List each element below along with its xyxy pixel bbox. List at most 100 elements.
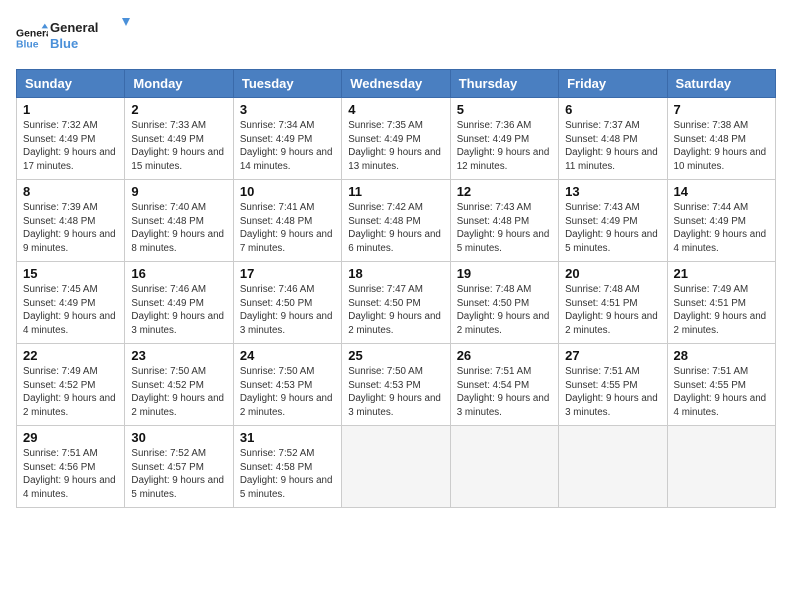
day-info: Sunrise: 7:38 AM Sunset: 4:48 PM Dayligh… [674, 119, 769, 174]
day-number: 5 [457, 102, 552, 117]
day-number: 23 [131, 348, 226, 363]
calendar-cell: 11 Sunrise: 7:42 AM Sunset: 4:48 PM Dayli… [342, 180, 450, 262]
day-number: 10 [240, 184, 335, 199]
day-info: Sunrise: 7:41 AM Sunset: 4:48 PM Dayligh… [240, 201, 335, 256]
calendar-cell: 19 Sunrise: 7:48 AM Sunset: 4:50 PM Dayli… [450, 262, 558, 344]
calendar-cell: 29Sunrise: 7:51 AM Sunset: 4:56 PM Dayli… [17, 426, 125, 508]
day-number: 29 [23, 430, 118, 445]
weekday-header-wednesday: Wednesday [342, 70, 450, 98]
header: General Blue General Blue [16, 16, 776, 59]
weekday-header-thursday: Thursday [450, 70, 558, 98]
calendar-cell: 15Sunrise: 7:45 AM Sunset: 4:49 PM Dayli… [17, 262, 125, 344]
day-number: 11 [348, 184, 443, 199]
calendar-cell: 21 Sunrise: 7:49 AM Sunset: 4:51 PM Dayli… [667, 262, 775, 344]
day-info: Sunrise: 7:50 AM Sunset: 4:52 PM Dayligh… [131, 365, 226, 420]
calendar-cell: 4Sunrise: 7:35 AM Sunset: 4:49 PM Daylig… [342, 98, 450, 180]
calendar-cell: 30 Sunrise: 7:52 AM Sunset: 4:57 PM Dayli… [125, 426, 233, 508]
weekday-header-monday: Monday [125, 70, 233, 98]
calendar-cell: 12Sunrise: 7:43 AM Sunset: 4:48 PM Dayli… [450, 180, 558, 262]
calendar-cell: 31 Sunrise: 7:52 AM Sunset: 4:58 PM Dayli… [233, 426, 341, 508]
calendar-cell [667, 426, 775, 508]
day-info: Sunrise: 7:40 AM Sunset: 4:48 PM Dayligh… [131, 201, 226, 256]
calendar-cell: 3 Sunrise: 7:34 AM Sunset: 4:49 PM Daylig… [233, 98, 341, 180]
calendar-cell: 2 Sunrise: 7:33 AM Sunset: 4:49 PM Daylig… [125, 98, 233, 180]
day-number: 27 [565, 348, 660, 363]
day-number: 7 [674, 102, 769, 117]
svg-text:General: General [50, 20, 98, 35]
logo-icon: General Blue [16, 22, 48, 54]
calendar-cell: 1Sunrise: 7:32 AM Sunset: 4:49 PM Daylig… [17, 98, 125, 180]
calendar-week-2: 8 Sunrise: 7:39 AM Sunset: 4:48 PM Daylig… [17, 180, 776, 262]
day-info: Sunrise: 7:45 AM Sunset: 4:49 PM Dayligh… [23, 283, 118, 338]
day-number: 18 [348, 266, 443, 281]
day-number: 6 [565, 102, 660, 117]
day-info: Sunrise: 7:51 AM Sunset: 4:54 PM Dayligh… [457, 365, 552, 420]
day-number: 19 [457, 266, 552, 281]
day-number: 9 [131, 184, 226, 199]
calendar-cell: 23 Sunrise: 7:50 AM Sunset: 4:52 PM Dayli… [125, 344, 233, 426]
logo: General Blue General Blue [16, 16, 130, 59]
day-info: Sunrise: 7:52 AM Sunset: 4:58 PM Dayligh… [240, 447, 335, 502]
day-number: 14 [674, 184, 769, 199]
calendar-cell: 28 Sunrise: 7:51 AM Sunset: 4:55 PM Dayli… [667, 344, 775, 426]
day-info: Sunrise: 7:51 AM Sunset: 4:55 PM Dayligh… [565, 365, 660, 420]
svg-text:Blue: Blue [16, 39, 39, 50]
day-info: Sunrise: 7:49 AM Sunset: 4:51 PM Dayligh… [674, 283, 769, 338]
day-info: Sunrise: 7:44 AM Sunset: 4:49 PM Dayligh… [674, 201, 769, 256]
calendar-cell: 9 Sunrise: 7:40 AM Sunset: 4:48 PM Daylig… [125, 180, 233, 262]
day-info: Sunrise: 7:48 AM Sunset: 4:51 PM Dayligh… [565, 283, 660, 338]
calendar-cell: 17 Sunrise: 7:46 AM Sunset: 4:50 PM Dayli… [233, 262, 341, 344]
day-info: Sunrise: 7:39 AM Sunset: 4:48 PM Dayligh… [23, 201, 118, 256]
calendar-week-3: 15Sunrise: 7:45 AM Sunset: 4:49 PM Dayli… [17, 262, 776, 344]
calendar-cell: 24Sunrise: 7:50 AM Sunset: 4:53 PM Dayli… [233, 344, 341, 426]
day-number: 3 [240, 102, 335, 117]
day-info: Sunrise: 7:52 AM Sunset: 4:57 PM Dayligh… [131, 447, 226, 502]
weekday-header-tuesday: Tuesday [233, 70, 341, 98]
calendar-cell: 13 Sunrise: 7:43 AM Sunset: 4:49 PM Dayli… [559, 180, 667, 262]
day-number: 21 [674, 266, 769, 281]
svg-text:General: General [16, 28, 48, 39]
day-number: 16 [131, 266, 226, 281]
day-number: 28 [674, 348, 769, 363]
day-info: Sunrise: 7:46 AM Sunset: 4:49 PM Dayligh… [131, 283, 226, 338]
day-number: 20 [565, 266, 660, 281]
calendar-cell: 6 Sunrise: 7:37 AM Sunset: 4:48 PM Daylig… [559, 98, 667, 180]
day-number: 30 [131, 430, 226, 445]
day-info: Sunrise: 7:51 AM Sunset: 4:55 PM Dayligh… [674, 365, 769, 420]
calendar-cell: 7 Sunrise: 7:38 AM Sunset: 4:48 PM Daylig… [667, 98, 775, 180]
day-info: Sunrise: 7:34 AM Sunset: 4:49 PM Dayligh… [240, 119, 335, 174]
weekday-header-row: SundayMondayTuesdayWednesdayThursdayFrid… [17, 70, 776, 98]
calendar-cell: 10 Sunrise: 7:41 AM Sunset: 4:48 PM Dayli… [233, 180, 341, 262]
day-number: 8 [23, 184, 118, 199]
weekday-header-sunday: Sunday [17, 70, 125, 98]
day-info: Sunrise: 7:33 AM Sunset: 4:49 PM Dayligh… [131, 119, 226, 174]
day-number: 25 [348, 348, 443, 363]
day-info: Sunrise: 7:47 AM Sunset: 4:50 PM Dayligh… [348, 283, 443, 338]
calendar-cell: 16 Sunrise: 7:46 AM Sunset: 4:49 PM Dayli… [125, 262, 233, 344]
day-number: 17 [240, 266, 335, 281]
calendar-cell: 18 Sunrise: 7:47 AM Sunset: 4:50 PM Dayli… [342, 262, 450, 344]
day-info: Sunrise: 7:37 AM Sunset: 4:48 PM Dayligh… [565, 119, 660, 174]
calendar-cell [559, 426, 667, 508]
calendar-cell: 26Sunrise: 7:51 AM Sunset: 4:54 PM Dayli… [450, 344, 558, 426]
calendar-cell: 20 Sunrise: 7:48 AM Sunset: 4:51 PM Dayli… [559, 262, 667, 344]
day-number: 24 [240, 348, 335, 363]
day-number: 1 [23, 102, 118, 117]
day-number: 13 [565, 184, 660, 199]
weekday-header-friday: Friday [559, 70, 667, 98]
day-info: Sunrise: 7:46 AM Sunset: 4:50 PM Dayligh… [240, 283, 335, 338]
calendar-cell: 5 Sunrise: 7:36 AM Sunset: 4:49 PM Daylig… [450, 98, 558, 180]
day-info: Sunrise: 7:36 AM Sunset: 4:49 PM Dayligh… [457, 119, 552, 174]
day-info: Sunrise: 7:35 AM Sunset: 4:49 PM Dayligh… [348, 119, 443, 174]
calendar: SundayMondayTuesdayWednesdayThursdayFrid… [16, 69, 776, 508]
calendar-cell [450, 426, 558, 508]
day-info: Sunrise: 7:48 AM Sunset: 4:50 PM Dayligh… [457, 283, 552, 338]
day-info: Sunrise: 7:43 AM Sunset: 4:49 PM Dayligh… [565, 201, 660, 256]
day-number: 2 [131, 102, 226, 117]
calendar-cell: 22Sunrise: 7:49 AM Sunset: 4:52 PM Dayli… [17, 344, 125, 426]
day-info: Sunrise: 7:42 AM Sunset: 4:48 PM Dayligh… [348, 201, 443, 256]
day-number: 31 [240, 430, 335, 445]
day-info: Sunrise: 7:50 AM Sunset: 4:53 PM Dayligh… [348, 365, 443, 420]
svg-text:Blue: Blue [50, 36, 78, 51]
calendar-cell: 14 Sunrise: 7:44 AM Sunset: 4:49 PM Dayli… [667, 180, 775, 262]
